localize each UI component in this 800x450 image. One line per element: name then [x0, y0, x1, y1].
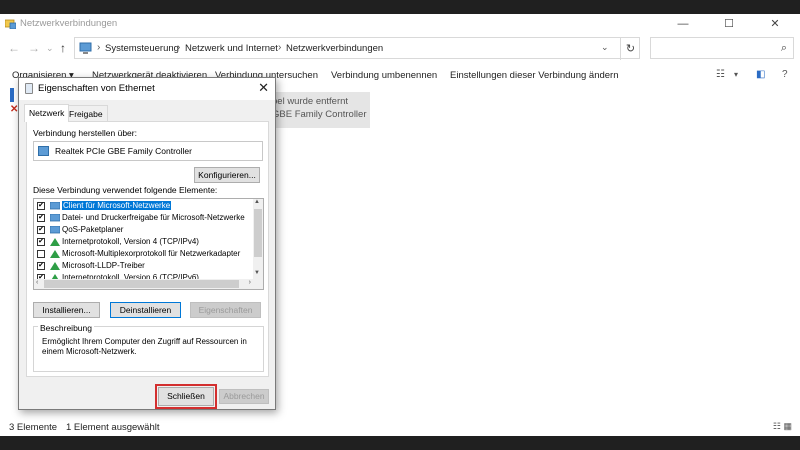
network-adapter-icon: [38, 146, 49, 156]
preview-pane-icon[interactable]: ◧: [756, 69, 765, 80]
close-button-highlight: [155, 384, 217, 409]
breadcrumb-separator: ›: [278, 42, 282, 53]
layout-toggle-icons[interactable]: ☷ ▦: [773, 421, 792, 432]
view-options-icon[interactable]: ☷: [716, 69, 725, 80]
status-bar: 3 Elemente 1 Element ausgewählt ☷ ▦: [0, 418, 800, 436]
horizontal-scrollbar[interactable]: ‹ ›: [34, 279, 263, 289]
list-item[interactable]: ✔ Client für Microsoft-Netzwerke: [34, 200, 250, 212]
description-text: Ermöglicht Ihrem Computer den Zugriff au…: [42, 337, 247, 356]
scroll-down-icon[interactable]: ▼: [254, 270, 260, 276]
list-item[interactable]: ✔ Internetprotokoll, Version 4 (TCP/IPv4…: [34, 236, 250, 248]
help-icon[interactable]: ?: [782, 69, 788, 80]
breadcrumb-netzwerk-internet[interactable]: Netzwerk und Internet: [185, 43, 278, 54]
scroll-right-icon[interactable]: ›: [249, 279, 251, 286]
description-legend: Beschreibung: [38, 323, 94, 333]
bottom-dark-strip: [0, 436, 800, 450]
list-item[interactable]: ✔ Microsoft-LLDP-Treiber: [34, 260, 250, 272]
scroll-left-icon[interactable]: ‹: [36, 279, 38, 286]
control-panel-icon: [79, 42, 92, 54]
adapter-icon-fragment: [10, 88, 14, 102]
change-settings-command[interactable]: Einstellungen dieser Verbindung ändern: [450, 70, 619, 81]
adapter-device-text: GBE Family Controller: [272, 109, 367, 120]
tab-netzwerk[interactable]: Netzwerk: [24, 104, 70, 122]
properties-button: Eigenschaften: [190, 302, 261, 318]
up-arrow-icon[interactable]: ↑: [60, 41, 66, 55]
component-label: Microsoft-Multiplexorprotokoll für Netzw…: [62, 249, 241, 258]
protocol-icon: [50, 238, 60, 246]
elements-label: Diese Verbindung verwendet folgende Elem…: [33, 185, 218, 195]
component-checkbox[interactable]: [37, 250, 45, 258]
component-checkbox[interactable]: ✔: [37, 214, 45, 222]
component-label: QoS-Paketplaner: [62, 225, 124, 234]
uninstall-button[interactable]: Deinstallieren: [110, 302, 181, 318]
maximize-button[interactable]: ☐: [706, 14, 752, 34]
configure-button[interactable]: Konfigurieren...: [194, 167, 260, 183]
adapter-name: Realtek PCIe GBE Family Controller: [55, 146, 192, 156]
component-label: Client für Microsoft-Netzwerke: [60, 200, 173, 211]
components-list[interactable]: ✔ Client für Microsoft-Netzwerke ✔ Datei…: [33, 198, 264, 290]
vertical-scrollbar[interactable]: ▲ ▼: [253, 199, 263, 280]
breadcrumb-separator: ›: [177, 42, 181, 53]
list-item[interactable]: ✔ Datei- und Druckerfreigabe für Microso…: [34, 212, 250, 224]
scroll-up-icon[interactable]: ▲: [254, 199, 260, 205]
list-item[interactable]: Microsoft-Multiplexorprotokoll für Netzw…: [34, 248, 250, 260]
item-count: 3 Elemente: [9, 422, 58, 433]
address-row: ← → ⌄ ↑ › Systemsteuerung › Netzwerk und…: [0, 36, 800, 60]
ethernet-properties-dialog: Eigenschaften von Ethernet ✕ Netzwerk Fr…: [18, 77, 276, 410]
install-button[interactable]: Installieren...: [33, 302, 100, 318]
search-icon: ⌕: [780, 42, 787, 54]
tab-freigabe[interactable]: Freigabe: [64, 105, 108, 121]
window-titlebar: Netzwerkverbindungen — ☐ ✕: [0, 14, 800, 34]
breadcrumb-systemsteuerung[interactable]: Systemsteuerung: [105, 43, 179, 54]
address-dropdown-icon[interactable]: ⌄: [601, 42, 609, 53]
description-group: Beschreibung Ermöglicht Ihrem Computer d…: [33, 323, 264, 372]
component-label: Datei- und Druckerfreigabe für Microsoft…: [62, 213, 245, 222]
component-checkbox[interactable]: ✔: [37, 262, 45, 270]
adapter-status-text: bel wurde entfernt: [272, 96, 349, 107]
adapter-field: Realtek PCIe GBE Family Controller: [33, 141, 263, 161]
ethernet-icon: [25, 83, 33, 94]
qos-icon: [50, 226, 60, 234]
component-label: Internetprotokoll, Version 4 (TCP/IPv4): [62, 237, 199, 246]
connect-using-label: Verbindung herstellen über:: [33, 128, 137, 138]
minimize-button[interactable]: —: [660, 14, 706, 34]
dialog-title: Eigenschaften von Ethernet: [38, 83, 155, 94]
dialog-titlebar: Eigenschaften von Ethernet ✕: [19, 78, 275, 100]
scroll-thumb[interactable]: [44, 280, 239, 288]
breadcrumb-netzwerkverbindungen[interactable]: Netzwerkverbindungen: [286, 43, 383, 54]
forward-arrow-icon[interactable]: →: [28, 41, 40, 55]
rename-connection-command[interactable]: Verbindung umbenennen: [331, 70, 437, 81]
recent-locations-chevron-icon[interactable]: ⌄: [46, 43, 54, 54]
view-dropdown-icon[interactable]: ▾: [734, 70, 738, 79]
protocol-icon: [50, 262, 60, 270]
component-checkbox[interactable]: ✔: [37, 202, 45, 210]
window-title: Netzwerkverbindungen: [20, 18, 118, 29]
address-bar[interactable]: › Systemsteuerung › Netzwerk und Interne…: [74, 37, 640, 59]
close-window-button[interactable]: ✕: [752, 14, 798, 34]
top-dark-strip: [0, 0, 800, 14]
component-checkbox[interactable]: ✔: [37, 226, 45, 234]
component-label: Microsoft-LLDP-Treiber: [62, 261, 145, 270]
netzwerk-tab-panel: Verbindung herstellen über: Realtek PCIe…: [26, 121, 269, 377]
selection-count: 1 Element ausgewählt: [66, 422, 160, 433]
scroll-thumb[interactable]: [254, 209, 262, 257]
file-sharing-icon: [50, 214, 60, 222]
component-checkbox[interactable]: ✔: [37, 238, 45, 246]
cancel-button: Abbrechen: [219, 389, 269, 404]
list-item[interactable]: ✔ QoS-Paketplaner: [34, 224, 250, 236]
client-network-icon: [50, 202, 60, 210]
breadcrumb-separator: ›: [97, 42, 101, 53]
search-input[interactable]: ⌕: [650, 37, 794, 59]
protocol-icon: [50, 250, 60, 258]
network-folder-icon: [5, 19, 16, 29]
dialog-close-icon[interactable]: ✕: [258, 80, 269, 96]
back-arrow-icon[interactable]: ←: [8, 41, 20, 55]
refresh-icon[interactable]: ↻: [620, 38, 640, 60]
